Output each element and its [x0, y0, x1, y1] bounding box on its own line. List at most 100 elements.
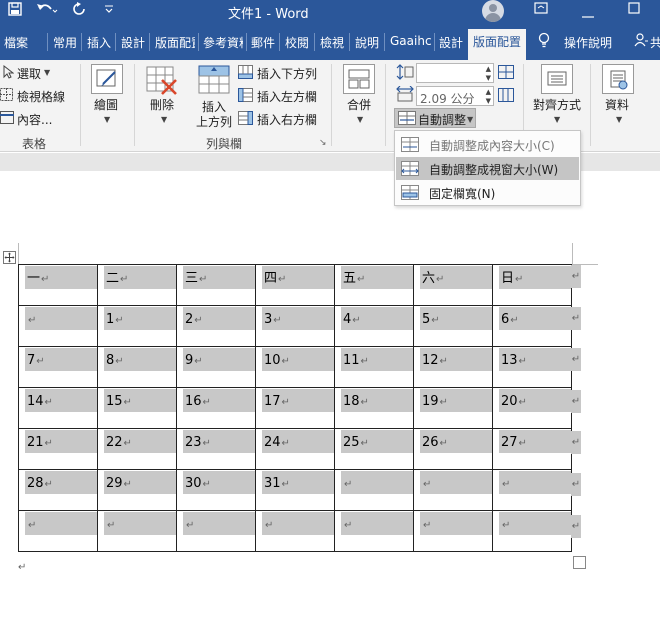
distribute-rows-icon[interactable] — [498, 65, 514, 82]
draw-table-icon[interactable] — [91, 64, 123, 97]
delete-label[interactable]: 刪除 — [150, 96, 174, 113]
redo-icon[interactable] — [72, 2, 86, 21]
table-cell[interactable]: 2↵ — [176, 305, 256, 347]
table-cell[interactable]: 16↵ — [176, 387, 256, 429]
spin-up-icon[interactable]: ▲ — [486, 88, 491, 96]
autofit-button[interactable]: 自動調整 ▼ — [394, 108, 476, 128]
table-cell[interactable]: 18↵ — [334, 387, 414, 429]
share-label[interactable]: 共 — [650, 34, 660, 51]
table-cell[interactable]: 三↵ — [176, 264, 256, 306]
delete-dropdown-arrow-icon[interactable]: ▼ — [161, 115, 167, 124]
tab-help[interactable]: 說明 — [355, 34, 379, 51]
table-cell[interactable]: 14↵ — [18, 387, 98, 429]
column-width-input[interactable]: 2.09 公分 ▲ ▼ — [416, 86, 494, 106]
spin-down-icon[interactable]: ▼ — [486, 74, 491, 82]
table-cell[interactable]: 4↵ — [334, 305, 414, 347]
data-group-label[interactable]: 資料 — [605, 96, 629, 113]
fixed-column-width-item[interactable]: 固定欄寬(N) — [396, 181, 579, 204]
alignment-icon[interactable] — [541, 64, 573, 97]
view-gridlines-button[interactable]: 檢視格線 — [17, 88, 65, 105]
lightbulb-icon[interactable] — [538, 32, 550, 51]
data-icon[interactable] — [602, 64, 634, 97]
insert-above-label-2[interactable]: 上方列 — [196, 113, 232, 130]
table-cell[interactable]: 1↵ — [97, 305, 177, 347]
tab-home[interactable]: 常用 — [53, 34, 77, 51]
table-cell[interactable]: 25↵ — [334, 428, 414, 470]
delete-table-icon[interactable] — [146, 66, 178, 99]
tab-insert[interactable]: 插入 — [87, 34, 111, 51]
spin-down-icon[interactable]: ▼ — [486, 97, 491, 105]
table-cell[interactable]: 21↵ — [18, 428, 98, 470]
table-resize-handle[interactable] — [573, 556, 586, 569]
table-cell[interactable]: 29↵ — [97, 469, 177, 511]
table-cell[interactable]: ↵ — [97, 510, 177, 552]
customize-qat-icon[interactable] — [104, 2, 114, 21]
merge-icon[interactable] — [343, 64, 375, 97]
tab-view[interactable]: 檢視 — [320, 34, 344, 51]
autofit-window-item[interactable]: 自動調整成視窗大小(W) — [396, 157, 579, 180]
table-cell[interactable]: 11↵ — [334, 346, 414, 388]
minimize-icon[interactable] — [582, 8, 594, 23]
table-cell[interactable]: 22↵ — [97, 428, 177, 470]
maximize-icon[interactable] — [628, 2, 640, 18]
table-cell[interactable]: 10↵ — [255, 346, 335, 388]
table-cell[interactable]: 9↵ — [176, 346, 256, 388]
row-height-input[interactable]: ▲ ▼ — [416, 63, 494, 83]
table-move-handle-icon[interactable] — [3, 251, 16, 267]
tab-references[interactable]: 參考資料 — [203, 34, 243, 51]
tab-review[interactable]: 校閱 — [285, 34, 309, 51]
table-cell[interactable]: ↵ — [413, 510, 493, 552]
insert-above-icon[interactable] — [198, 65, 230, 98]
insert-right-button[interactable]: 插入右方欄 — [257, 111, 317, 128]
table-cell[interactable]: ↵ — [18, 305, 98, 347]
table-cell[interactable]: 四↵ — [255, 264, 335, 306]
table-cell[interactable]: 日↵ — [492, 264, 572, 306]
properties-button[interactable]: 內容... — [17, 111, 52, 128]
table-cell[interactable]: 7↵ — [18, 346, 98, 388]
table-cell[interactable]: 31↵ — [255, 469, 335, 511]
dialog-launcher-icon[interactable]: ↘ — [319, 138, 327, 148]
table-cell[interactable]: 五↵ — [334, 264, 414, 306]
tab-table-design[interactable]: 設計 — [439, 34, 463, 51]
table-cell[interactable]: ↵ — [18, 510, 98, 552]
tab-design[interactable]: 設計 — [121, 34, 145, 51]
insert-left-button[interactable]: 插入左方欄 — [257, 88, 317, 105]
undo-icon[interactable] — [36, 2, 58, 21]
table-cell[interactable]: ↵ — [334, 510, 414, 552]
table-cell[interactable]: 20↵ — [492, 387, 572, 429]
table-cell[interactable]: 8↵ — [97, 346, 177, 388]
table-cell[interactable]: ↵ — [492, 469, 572, 511]
table-cell[interactable]: 13↵ — [492, 346, 572, 388]
table-cell[interactable]: 24↵ — [255, 428, 335, 470]
table-cell[interactable]: 27↵ — [492, 428, 572, 470]
distribute-columns-icon[interactable] — [498, 88, 514, 105]
save-icon[interactable] — [8, 2, 22, 21]
tab-table-layout[interactable]: 版面配置 — [468, 29, 526, 60]
table-cell[interactable]: 六↵ — [413, 264, 493, 306]
alignment-dropdown-arrow-icon[interactable]: ▼ — [554, 115, 560, 124]
user-avatar[interactable] — [482, 0, 504, 22]
select-button[interactable]: 選取 — [17, 65, 41, 82]
table-cell[interactable]: ↵ — [176, 510, 256, 552]
table-cell[interactable]: 28↵ — [18, 469, 98, 511]
table-cell[interactable]: ↵ — [255, 510, 335, 552]
table-cell[interactable]: ↵ — [334, 469, 414, 511]
tab-mailings[interactable]: 郵件 — [251, 34, 275, 51]
alignment-group-label[interactable]: 對齊方式 — [533, 96, 581, 113]
select-dropdown-arrow-icon[interactable]: ▼ — [44, 68, 50, 77]
table-cell[interactable]: 5↵ — [413, 305, 493, 347]
tab-file[interactable]: 檔案 — [4, 34, 28, 51]
table-cell[interactable]: 23↵ — [176, 428, 256, 470]
table-cell[interactable]: 二↵ — [97, 264, 177, 306]
tab-addin[interactable]: Gaaihc — [390, 34, 432, 48]
table-cell[interactable]: 3↵ — [255, 305, 335, 347]
share-icon[interactable] — [634, 33, 648, 50]
insert-below-button[interactable]: 插入下方列 — [257, 65, 317, 82]
data-dropdown-arrow-icon[interactable]: ▼ — [616, 115, 622, 124]
table-cell[interactable]: 一↵ — [18, 264, 98, 306]
table-cell[interactable]: 19↵ — [413, 387, 493, 429]
table-cell[interactable]: 6↵ — [492, 305, 572, 347]
table-cell[interactable]: ↵ — [492, 510, 572, 552]
merge-group-label[interactable]: 合併 — [347, 96, 371, 113]
draw-group-label[interactable]: 繪圖 — [94, 96, 118, 113]
